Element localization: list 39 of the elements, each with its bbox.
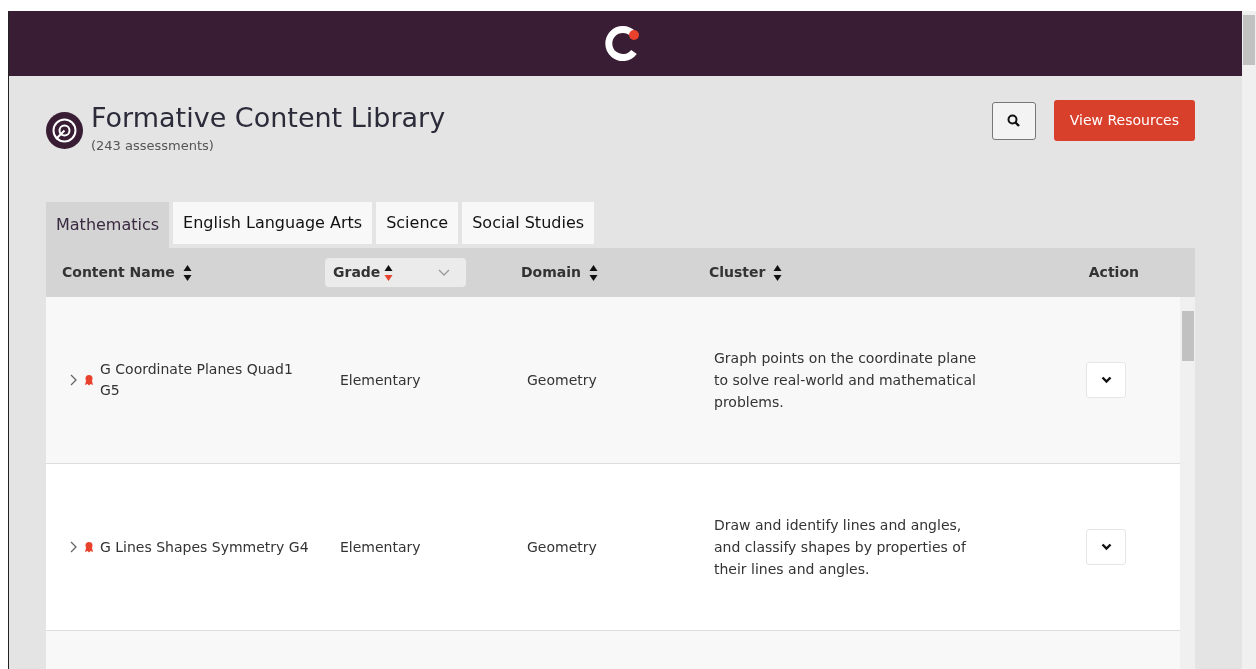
chevron-right-icon[interactable] xyxy=(68,374,78,386)
page-scrollbar[interactable] xyxy=(1242,11,1256,669)
subject-tab[interactable]: Social Studies xyxy=(462,202,595,244)
scrollbar-thumb[interactable] xyxy=(1243,15,1255,65)
chevron-down-icon xyxy=(1100,376,1112,384)
chevron-down-icon xyxy=(1100,543,1112,551)
sort-icon[interactable] xyxy=(384,263,394,282)
domain-cell: Geometry xyxy=(527,539,597,555)
page-title: Formative Content Library xyxy=(91,101,446,135)
sort-icon[interactable] xyxy=(773,263,783,282)
column-header: Action xyxy=(1088,263,1139,282)
grade-filter-dropdown[interactable]: Grade xyxy=(325,258,466,287)
subject-tab[interactable]: Mathematics xyxy=(46,202,170,248)
table-scrollbar[interactable] xyxy=(1180,297,1195,669)
sort-icon[interactable] xyxy=(589,263,599,282)
column-header[interactable]: Grade xyxy=(333,262,381,283)
search-icon xyxy=(1007,114,1021,127)
column-header[interactable]: Cluster xyxy=(709,262,766,283)
grade-cell: Elementary xyxy=(340,372,421,388)
badge-icon xyxy=(84,541,94,553)
content-name: G Lines Shapes Symmetry G4 xyxy=(100,537,310,557)
sort-icon[interactable] xyxy=(182,263,192,282)
grade-cell: Elementary xyxy=(340,539,421,555)
cluster-cell-text: Draw and identify lines and angles, and classify shapes by properties of their lines and angles. xyxy=(714,516,968,579)
chevron-right-icon[interactable] xyxy=(68,541,78,553)
domain-cell: Geometry xyxy=(527,372,597,388)
cluster-cell-text: Graph points on the coordinate plane to solve real-world and mathematical problems. xyxy=(714,349,978,412)
chevron-down-icon xyxy=(438,268,450,277)
subject-tab[interactable]: English Language Arts xyxy=(173,202,373,244)
badge-icon xyxy=(84,374,94,386)
column-header[interactable]: Domain xyxy=(521,262,582,283)
content-name: G Coordinate Planes Quad1 G5 xyxy=(100,360,294,400)
subject-tab[interactable]: Science xyxy=(376,202,459,244)
target-icon xyxy=(46,112,83,149)
scrollbar-thumb[interactable] xyxy=(1181,311,1194,361)
view-resources-button[interactable]: View Resources xyxy=(1053,100,1195,141)
assessment-count: (243 assessments) xyxy=(91,137,215,155)
column-header[interactable]: Content Name xyxy=(62,262,175,283)
search-button[interactable] xyxy=(991,101,1036,140)
